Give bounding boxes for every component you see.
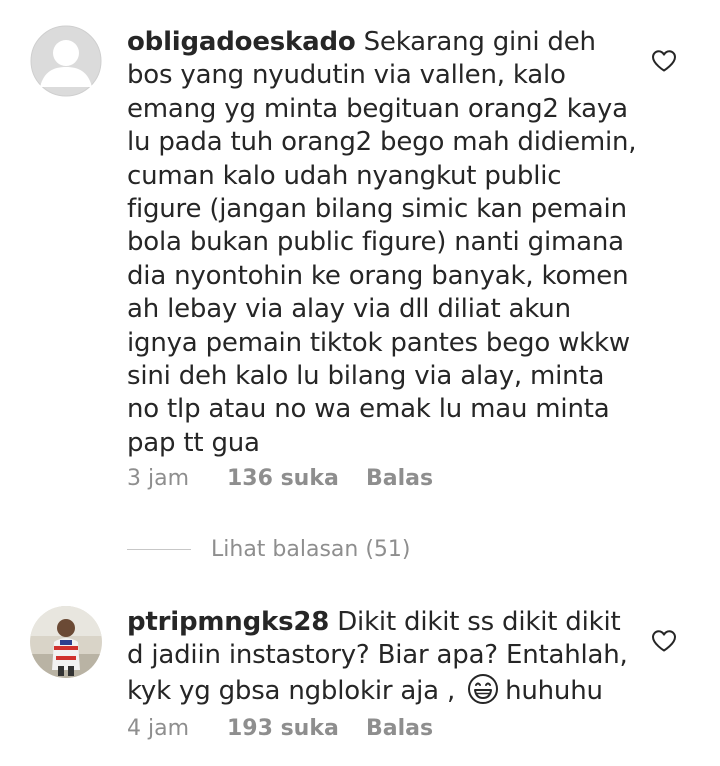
comment-meta: 4 jam 193 suka Balas	[127, 716, 433, 741]
comment-meta: 3 jam 136 suka Balas	[127, 466, 433, 491]
divider	[127, 548, 191, 550]
reply-button[interactable]: Balas	[366, 716, 433, 741]
profile-photo	[30, 606, 102, 678]
comment-item: ptripmngks28 Dikit dikit ss dikit dikit …	[0, 590, 720, 760]
like-count[interactable]: 193 suka	[227, 716, 366, 741]
like-button[interactable]	[651, 49, 677, 73]
username[interactable]: ptripmngks28	[127, 607, 329, 637]
comment-text: ptripmngks28 Dikit dikit ss dikit dikit …	[127, 606, 637, 708]
default-avatar-icon	[30, 25, 102, 97]
comment-time: 3 jam	[127, 466, 190, 491]
view-replies-button[interactable]: Lihat balasan (51)	[127, 536, 411, 562]
avatar[interactable]	[30, 606, 102, 678]
avatar[interactable]	[30, 25, 102, 97]
like-count[interactable]: 136 suka	[227, 466, 366, 491]
comment-item: obligadoeskado Sekarang gini deh bos yan…	[0, 0, 720, 510]
heart-outline-icon	[652, 50, 676, 72]
comment-time: 4 jam	[127, 716, 190, 741]
like-button[interactable]	[651, 629, 677, 653]
heart-outline-icon	[652, 630, 676, 652]
username[interactable]: obligadoeskado	[127, 27, 356, 57]
comment-message-end: huhuhu	[505, 675, 603, 706]
view-replies-label: Lihat balasan (51)	[211, 536, 411, 562]
comment-message: Sekarang gini deh bos yang nyudutin via …	[127, 27, 637, 458]
comment-text: obligadoeskado Sekarang gini deh bos yan…	[127, 26, 637, 460]
reply-button[interactable]: Balas	[366, 466, 433, 491]
grinning-face-emoji	[467, 673, 499, 705]
